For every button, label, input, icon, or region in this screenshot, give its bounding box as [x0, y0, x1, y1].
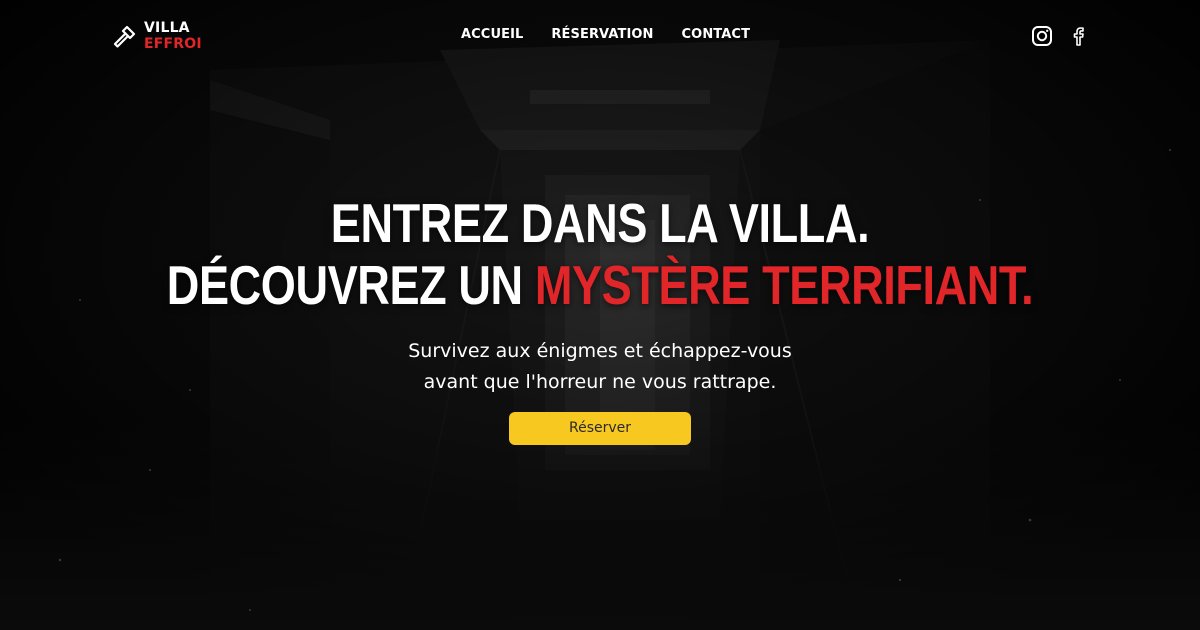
reserve-button[interactable]: Réserver	[509, 412, 691, 445]
hero-title-accent: MYSTÈRE TERRIFIANT.	[534, 254, 1034, 316]
nav-item-contact[interactable]: CONTACT	[682, 26, 751, 44]
facebook-icon	[1073, 27, 1084, 46]
facebook-link[interactable]	[1067, 25, 1089, 47]
nav-item-reservation[interactable]: RÉSERVATION	[551, 26, 653, 44]
hero-subtitle: Survivez aux énigmes et échappez-vous av…	[340, 336, 860, 398]
main-nav: ACCUEIL RÉSERVATION CONTACT	[461, 26, 750, 44]
instagram-link[interactable]	[1031, 25, 1053, 47]
hero-subtitle-line2: avant que l'horreur ne vous rattrape.	[423, 371, 777, 393]
hero-title-line2-start: DÉCOUVREZ UN	[166, 254, 535, 316]
axe-icon	[113, 25, 136, 48]
hero-subtitle-line1: Survivez aux énigmes et échappez-vous	[408, 340, 792, 362]
site-header: VILLA EFFROI ACCUEIL RÉSERVATION CONTACT	[0, 0, 1200, 70]
hero-title: ENTREZ DANS LA VILLA. DÉCOUVREZ UN MYSTÈ…	[108, 192, 1092, 316]
brand-line1: VILLA	[144, 20, 190, 36]
instagram-icon	[1032, 26, 1052, 46]
social-links	[1031, 25, 1089, 47]
hero-title-line1: ENTREZ DANS LA VILLA.	[330, 192, 870, 254]
nav-item-accueil[interactable]: ACCUEIL	[461, 26, 523, 44]
brand-line2: EFFROI	[144, 36, 202, 52]
hero-section: ENTREZ DANS LA VILLA. DÉCOUVREZ UN MYSTÈ…	[0, 192, 1200, 445]
brand-logo[interactable]: VILLA EFFROI	[112, 20, 202, 54]
brand-wordmark: VILLA EFFROI	[144, 20, 202, 52]
